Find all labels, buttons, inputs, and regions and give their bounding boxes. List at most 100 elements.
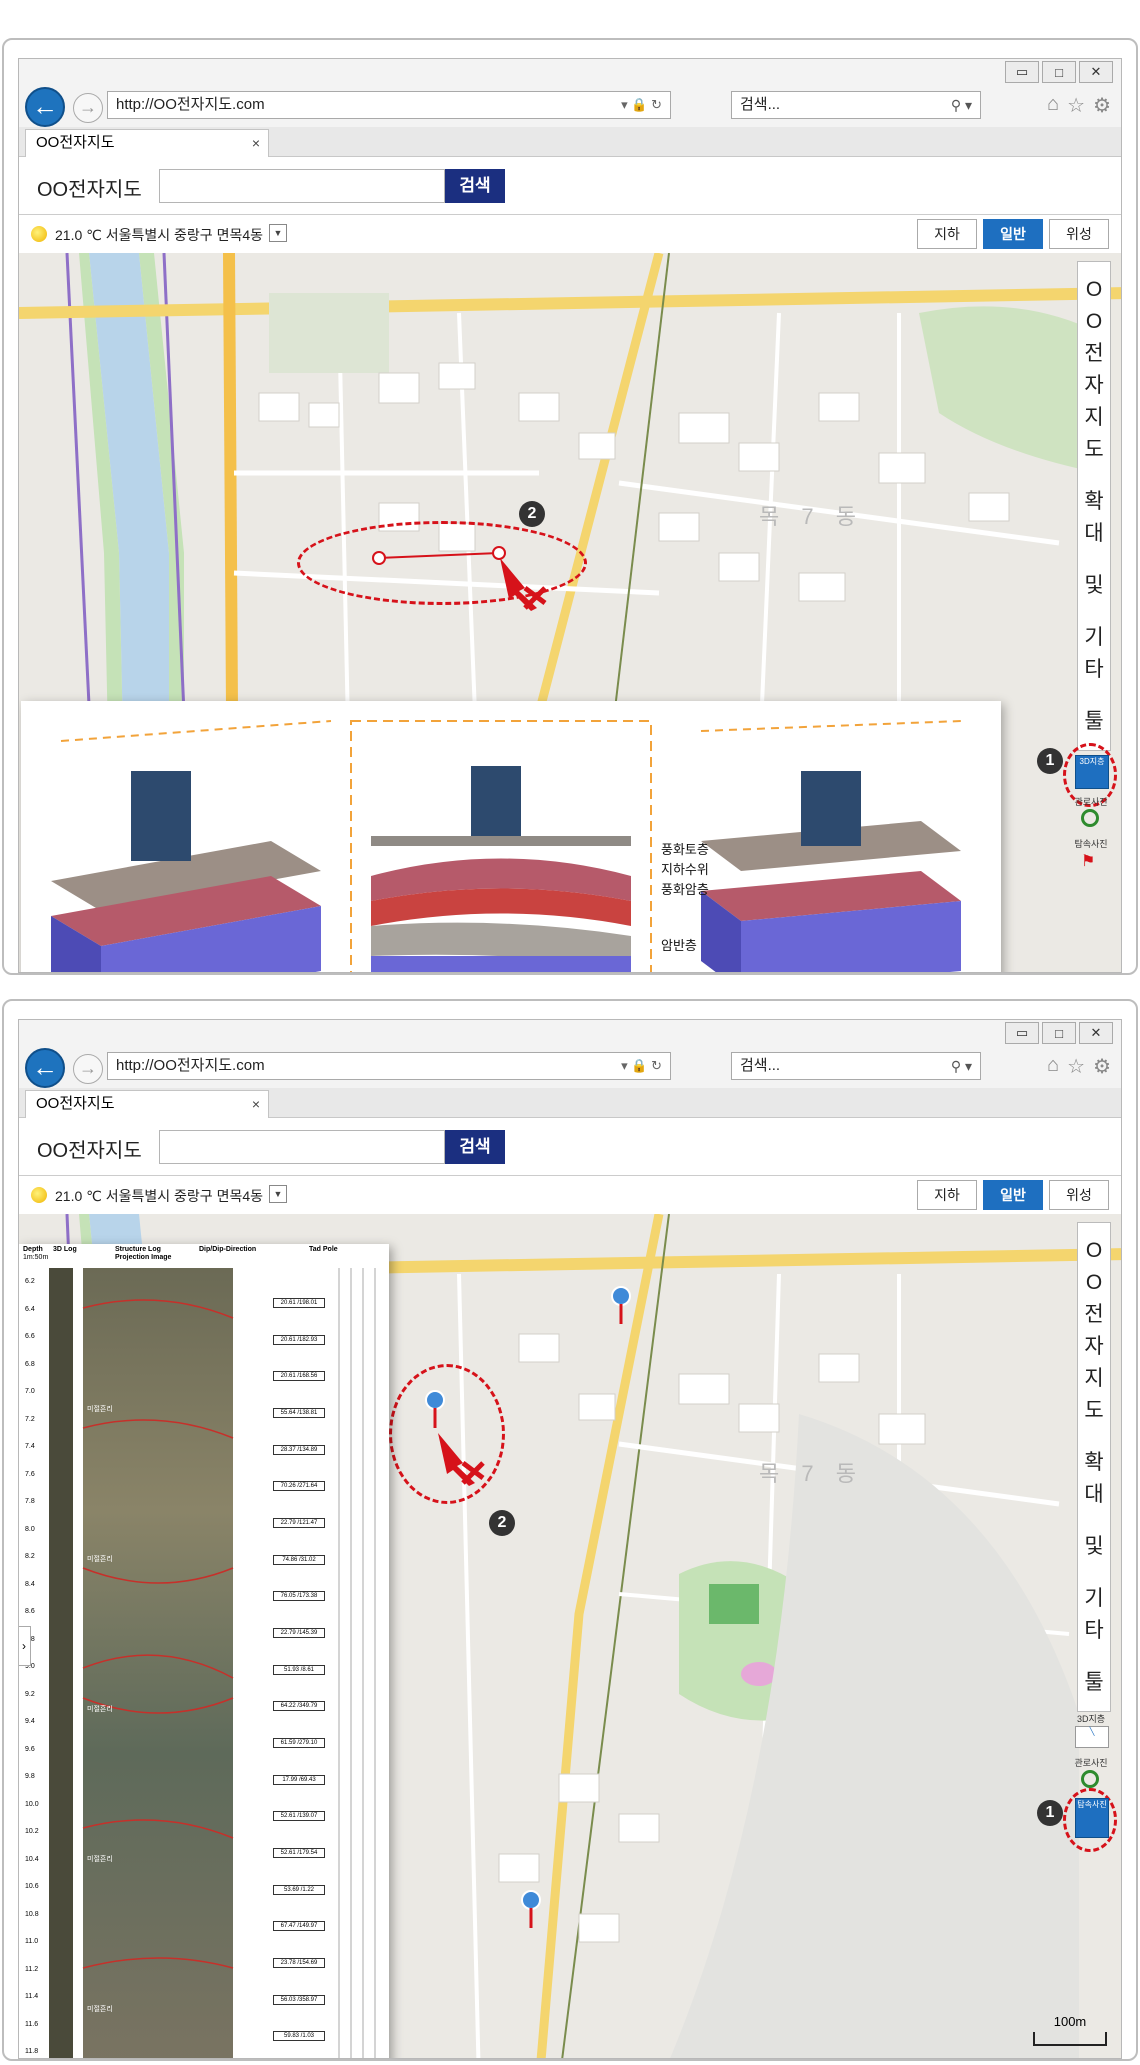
depth-label: 8.6 xyxy=(25,1608,35,1615)
dip-value-box: 51.93 /8.61 xyxy=(273,1664,325,1675)
address-bar[interactable]: http://OO전자지도.com ▾ 🔒 ↻ xyxy=(107,1052,671,1080)
site-search-input[interactable] xyxy=(159,169,445,203)
close-icon[interactable]: ✕ xyxy=(1079,1022,1113,1044)
log-header-depth-unit: 1m:50m xyxy=(23,1254,49,1261)
3d-layer-button[interactable]: 3D지층 xyxy=(1075,755,1109,789)
site-header: OO전자지도 검색 xyxy=(19,1118,1121,1176)
site-title: OO전자지도 xyxy=(37,1140,142,1162)
maximize-icon[interactable]: □ xyxy=(1042,61,1076,83)
toolbar-char: 기 xyxy=(1084,626,1104,649)
forward-button[interactable]: → xyxy=(73,93,103,123)
map-type-normal-button[interactable]: 일반 xyxy=(983,219,1043,249)
vertical-toolbar-title: O O 전 자 지 도 확 대 및 기 타 툴 xyxy=(1077,261,1111,751)
minimize-icon[interactable]: ▭ xyxy=(1005,61,1039,83)
sun-icon xyxy=(31,1187,47,1203)
map-type-underground-button[interactable]: 지하 xyxy=(917,1180,977,1210)
dip-value-box: 28.37 /134.89 xyxy=(273,1444,325,1455)
depth-label: 11.2 xyxy=(25,1965,39,1973)
3d-layer-label: 3D지층 xyxy=(1079,757,1105,766)
depth-label: 7.2 xyxy=(25,1415,35,1423)
browser-search-input[interactable]: 검색... ⚲ ▾ xyxy=(731,1052,981,1080)
dip-value-box: 56.03 /358.97 xyxy=(273,1994,325,2005)
depth-label: 8.2 xyxy=(25,1553,35,1560)
site-search-button[interactable]: 검색 xyxy=(445,169,505,203)
map-type-switcher: 지하 일반 위성 xyxy=(917,1180,1109,1210)
depth-label: 10.6 xyxy=(25,1883,39,1890)
toolbar-char: 지 xyxy=(1084,406,1104,429)
map-view[interactable]: 목 7 동 2 O O 전 자 지 도 확 대 및 기 타 툴 풍화토층 지하수… xyxy=(19,253,1121,972)
district-label: 목 7 동 xyxy=(759,1461,864,1486)
search-icon[interactable]: ⚲ ▾ xyxy=(951,1053,972,1079)
chevron-down-icon[interactable]: ▼ xyxy=(269,224,287,242)
home-icon[interactable]: ⌂ xyxy=(1047,93,1059,118)
chevron-down-icon[interactable]: ▼ xyxy=(269,1185,287,1203)
map-type-satellite-button[interactable]: 위성 xyxy=(1049,219,1109,249)
annotation-label: 미절흔리 xyxy=(87,1406,113,1413)
lock-refresh-icon[interactable]: ▾ 🔒 ↻ xyxy=(621,92,662,118)
depth-label: 9.2 xyxy=(25,1690,35,1698)
map-type-satellite-button[interactable]: 위성 xyxy=(1049,1180,1109,1210)
depth-label: 11.0 xyxy=(25,1938,39,1945)
gear-icon[interactable]: ⚙ xyxy=(1093,1054,1111,1079)
tab-oo-map[interactable]: OO전자지도 × xyxy=(25,1090,269,1118)
depth-label: 11.4 xyxy=(25,1993,39,2000)
browser-search-input[interactable]: 검색... ⚲ ▾ xyxy=(731,91,981,119)
log-header-dip: Dip/Dip-Direction xyxy=(199,1246,257,1253)
address-bar[interactable]: http://OO전자지도.com ▾ 🔒 ↻ xyxy=(107,91,671,119)
depth-label: 10.0 xyxy=(25,1800,39,1808)
borehole-pin-icon[interactable] xyxy=(609,1286,633,1326)
site-title: OO전자지도 xyxy=(37,179,142,201)
maximize-icon[interactable]: □ xyxy=(1042,1022,1076,1044)
dip-value-box: 59.83 /1.03 xyxy=(273,2031,325,2042)
forward-button[interactable]: → xyxy=(73,1054,103,1084)
window-controls: ▭ □ ✕ xyxy=(1005,61,1113,83)
scale-label: 100m xyxy=(1053,2014,1087,2029)
view-photo-caption: 관로사진 xyxy=(1074,1758,1108,1768)
map-type-underground-button[interactable]: 지하 xyxy=(917,219,977,249)
back-button[interactable]: ← xyxy=(25,87,65,127)
back-button[interactable]: ← xyxy=(25,1048,65,1088)
tab-close-icon[interactable]: × xyxy=(252,1091,260,1117)
browser-panel-3d: ▭ □ ✕ ← → http://OO전자지도.com ▾ 🔒 ↻ 검색... … xyxy=(2,38,1138,975)
view-photo-caption: 관로사진 xyxy=(1074,797,1108,807)
borehole-icon[interactable]: ⚑ xyxy=(1081,851,1099,870)
browser-tools: ⌂ ☆ ⚙ xyxy=(1047,1054,1111,1079)
dip-value-box: 20.61 /182.93 xyxy=(273,1334,325,1345)
gear-icon[interactable]: ⚙ xyxy=(1093,93,1111,118)
map-type-normal-button[interactable]: 일반 xyxy=(983,1180,1043,1210)
depth-label: 6.4 xyxy=(25,1305,35,1313)
3d-layer-button[interactable]: ╲ xyxy=(1075,1726,1109,1748)
lock-refresh-icon[interactable]: ▾ 🔒 ↻ xyxy=(621,1053,662,1079)
depth-label: 9.4 xyxy=(25,1718,35,1725)
home-icon[interactable]: ⌂ xyxy=(1047,1054,1059,1079)
toolbar-char: 대 xyxy=(1084,522,1104,545)
toolbar-char: 툴 xyxy=(1084,710,1104,733)
borehole-pin-icon[interactable] xyxy=(519,1890,543,1930)
toolbar-char: 도 xyxy=(1084,438,1104,461)
depth-label: 10.2 xyxy=(25,1828,39,1835)
star-icon[interactable]: ☆ xyxy=(1067,1054,1085,1079)
checkmark-icon[interactable] xyxy=(1081,809,1099,827)
site-search-input[interactable] xyxy=(159,1130,445,1164)
site-search-button[interactable]: 검색 xyxy=(445,1130,505,1164)
checkmark-icon[interactable] xyxy=(1081,1770,1099,1788)
annotation-label: 미절흔리 xyxy=(87,2006,113,2013)
depth-label: 6.8 xyxy=(25,1360,35,1368)
close-icon[interactable]: ✕ xyxy=(1079,61,1113,83)
minimize-icon[interactable]: ▭ xyxy=(1005,1022,1039,1044)
depth-label: 9.6 xyxy=(25,1745,35,1753)
tab-oo-map[interactable]: OO전자지도 × xyxy=(25,129,269,157)
annotation-label: 미절흔리 xyxy=(87,1556,113,1563)
tab-close-icon[interactable]: × xyxy=(252,130,260,156)
layer-label-weathered-rock: 풍화암층 xyxy=(661,882,709,897)
depth-label: 10.4 xyxy=(25,1855,39,1863)
dip-value-box: 64.22 /349.79 xyxy=(273,1701,325,1712)
vertical-toolbar-title: O O 전 자 지 도 확 대 및 기 타 툴 xyxy=(1077,1222,1111,1712)
dip-value-box: 22.79 /121.47 xyxy=(273,1518,325,1528)
layer-label-bedrock: 암반층 xyxy=(661,938,697,953)
map-view[interactable]: 목 7 동 2 Depth 1m:50m 3D Log Structure Lo… xyxy=(19,1214,1121,2058)
star-icon[interactable]: ☆ xyxy=(1067,93,1085,118)
search-icon[interactable]: ⚲ ▾ xyxy=(951,92,972,118)
chevron-right-icon[interactable]: › xyxy=(19,1626,31,1666)
borehole-photo-button[interactable]: 탐속사진 xyxy=(1075,1798,1109,1838)
